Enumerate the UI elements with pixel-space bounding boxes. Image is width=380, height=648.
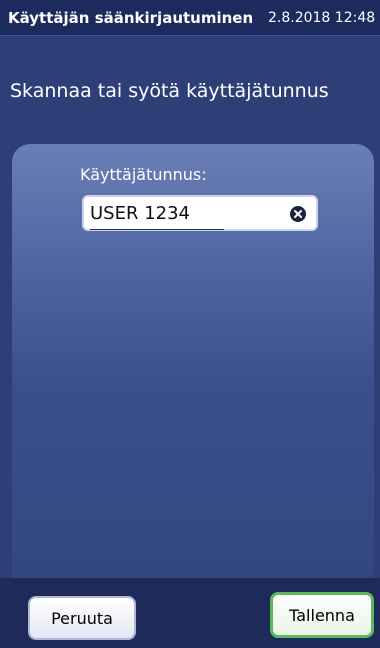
input-underline [90,229,224,230]
title-bar: Käyttäjän säänkirjautuminen 2.8.2018 12:… [0,0,380,36]
datetime: 2.8.2018 12:48 [268,10,376,26]
instruction-text: Skannaa tai syötä käyttäjätunnus [10,80,329,102]
clear-icon[interactable] [290,206,306,222]
username-value[interactable]: USER 1234 [90,203,190,224]
window-title: Käyttäjän säänkirjautuminen [8,9,254,27]
login-screen: Käyttäjän säänkirjautuminen 2.8.2018 12:… [0,0,380,648]
username-label: Käyttäjätunnus: [80,165,207,184]
save-button[interactable]: Tallenna [270,592,374,638]
username-input[interactable]: USER 1234 [82,195,318,231]
cancel-button[interactable]: Peruuta [28,596,136,640]
